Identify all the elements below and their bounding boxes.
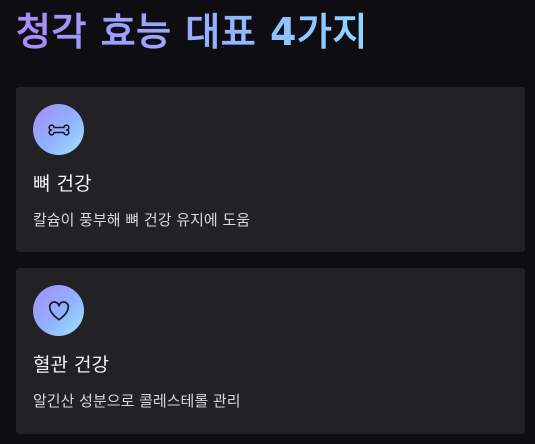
card-description: 칼슘이 풍부해 뼈 건강 유지에 도움 <box>33 211 251 229</box>
page: 청각 효능 대표 4가지 뼈 건강 칼슘이 풍부해 뼈 건강 유지에 도움 혈관… <box>0 0 535 444</box>
benefit-card-vascular: 혈관 건강 알긴산 성분으로 콜레스테롤 관리 <box>16 268 525 434</box>
heart-icon <box>48 300 69 321</box>
bone-icon <box>47 123 70 136</box>
page-title: 청각 효능 대표 4가지 <box>16 6 368 58</box>
card-title: 혈관 건강 <box>33 354 109 376</box>
card-title: 뼈 건강 <box>33 173 92 195</box>
benefit-card-bone: 뼈 건강 칼슘이 풍부해 뼈 건강 유지에 도움 <box>16 87 525 252</box>
heart-icon-badge <box>33 285 84 336</box>
card-description: 알긴산 성분으로 콜레스테롤 관리 <box>33 392 241 410</box>
bone-icon-badge <box>33 104 84 155</box>
